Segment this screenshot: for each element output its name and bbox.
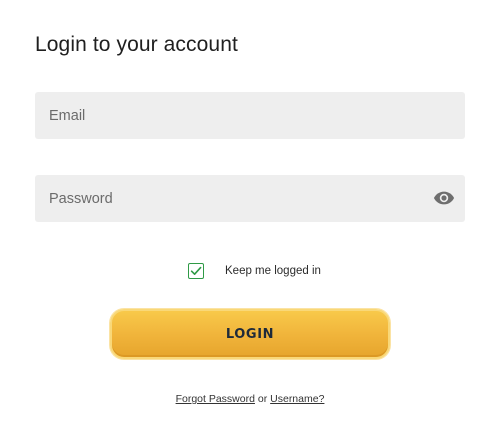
remember-checkbox[interactable] bbox=[188, 263, 204, 279]
email-field[interactable] bbox=[35, 92, 465, 139]
remember-me: Keep me logged in bbox=[188, 262, 321, 280]
link-separator: or bbox=[257, 393, 268, 405]
password-field-container bbox=[35, 175, 465, 222]
remember-label: Keep me logged in bbox=[225, 265, 321, 277]
login-button-label: LOGIN bbox=[225, 326, 275, 342]
email-field-container bbox=[35, 92, 465, 139]
checkmark-icon bbox=[190, 266, 202, 275]
forgot-password-link[interactable]: Forgot Password bbox=[176, 393, 255, 405]
eye-icon[interactable] bbox=[433, 189, 455, 207]
page-title: Login to your account bbox=[35, 33, 238, 56]
account-help-links: Forgot Password or Username? bbox=[0, 393, 500, 405]
password-field[interactable] bbox=[35, 175, 465, 222]
login-button[interactable]: LOGIN bbox=[110, 309, 390, 359]
username-link[interactable]: Username? bbox=[270, 393, 324, 405]
